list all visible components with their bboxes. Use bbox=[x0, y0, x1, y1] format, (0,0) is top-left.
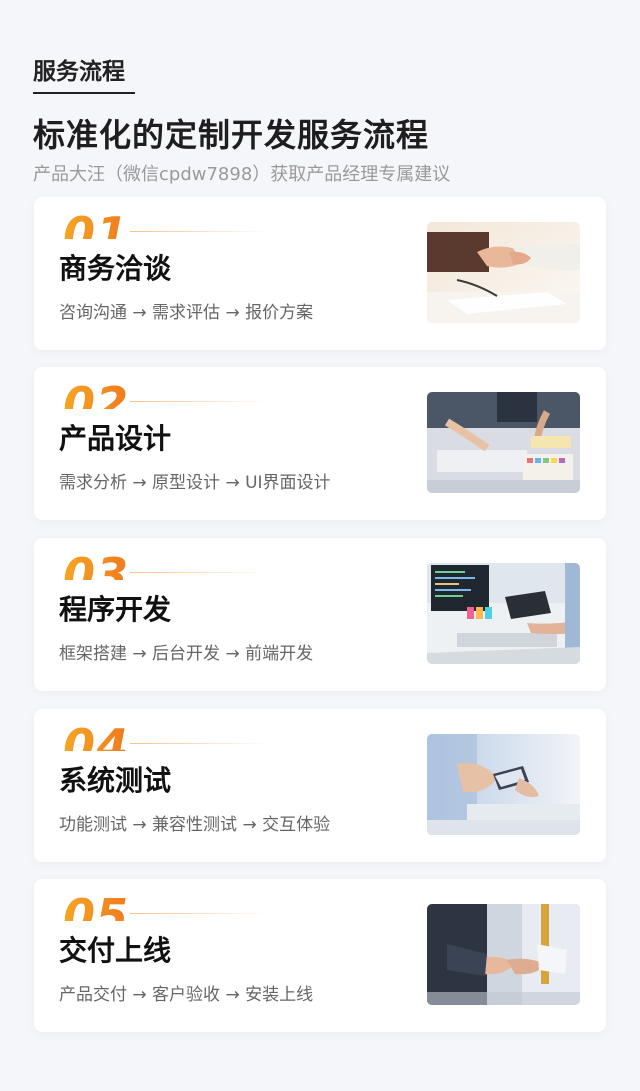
step-title: 系统测试 bbox=[59, 764, 172, 797]
step-title: 程序开发 bbox=[59, 593, 172, 626]
step-number: 05 bbox=[63, 893, 130, 921]
step-title: 产品设计 bbox=[59, 422, 172, 455]
phone-testing-photo bbox=[427, 734, 580, 835]
step-divider bbox=[130, 572, 270, 573]
page-title: 标准化的定制开发服务流程 bbox=[33, 116, 430, 154]
step-number: 04 bbox=[63, 723, 130, 751]
step-title: 商务洽谈 bbox=[59, 252, 172, 285]
business-handshake-photo bbox=[427, 904, 580, 1005]
step-number: 01 bbox=[63, 211, 130, 239]
step-description: 框架搭建 → 后台开发 → 前端开发 bbox=[59, 644, 314, 664]
coding-desk-photo bbox=[427, 563, 580, 664]
step-description: 功能测试 → 兼容性测试 → 交互体验 bbox=[59, 815, 331, 835]
section-label: 服务流程 bbox=[33, 59, 125, 85]
step-card-4[interactable]: 04 系统测试 功能测试 → 兼容性测试 → 交互体验 bbox=[34, 709, 606, 862]
step-description: 产品交付 → 客户验收 → 安装上线 bbox=[59, 985, 314, 1005]
step-divider bbox=[130, 743, 270, 744]
step-description: 咨询沟通 → 需求评估 → 报价方案 bbox=[59, 303, 314, 323]
step-card-1[interactable]: 01 商务洽谈 咨询沟通 → 需求评估 → 报价方案 bbox=[34, 197, 606, 350]
step-card-2[interactable]: 02 产品设计 需求分析 → 原型设计 → UI界面设计 bbox=[34, 367, 606, 520]
step-number: 02 bbox=[63, 381, 130, 409]
step-card-5[interactable]: 05 交付上线 产品交付 → 客户验收 → 安装上线 bbox=[34, 879, 606, 1032]
step-description: 需求分析 → 原型设计 → UI界面设计 bbox=[59, 473, 331, 493]
step-card-3[interactable]: 03 程序开发 框架搭建 → 后台开发 → 前端开发 bbox=[34, 538, 606, 691]
page-subtitle: 产品大汪（微信cpdw7898）获取产品经理专属建议 bbox=[33, 164, 451, 185]
step-divider bbox=[130, 401, 270, 402]
service-process-page: 服务流程 标准化的定制开发服务流程 产品大汪（微信cpdw7898）获取产品经理… bbox=[0, 0, 640, 1091]
step-divider bbox=[130, 231, 270, 232]
step-divider bbox=[130, 913, 270, 914]
step-number: 03 bbox=[63, 552, 130, 580]
step-title: 交付上线 bbox=[59, 934, 172, 967]
handshake-photo bbox=[427, 222, 580, 323]
design-desk-photo bbox=[427, 392, 580, 493]
section-underline bbox=[33, 92, 135, 94]
